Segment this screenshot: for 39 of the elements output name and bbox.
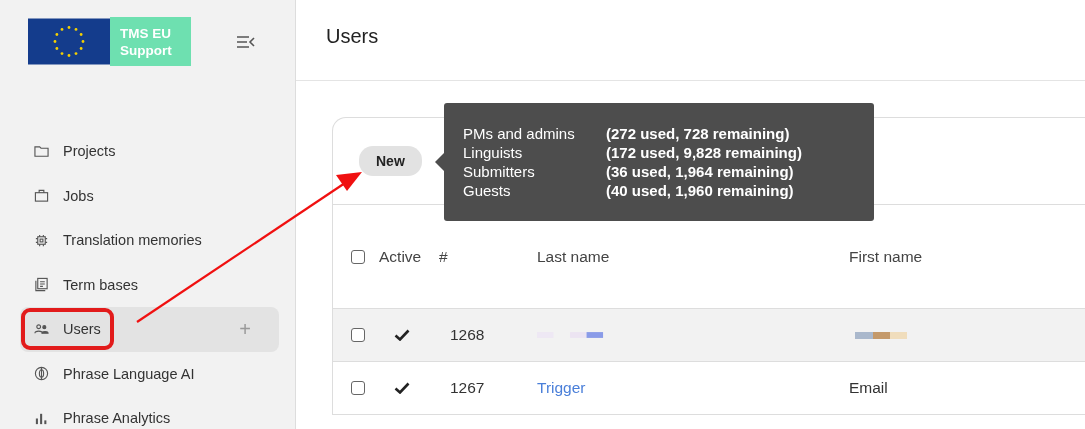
tooltip-text: PMs and admins <box>463 124 576 143</box>
new-button[interactable]: New <box>359 146 422 176</box>
tooltip-text: (272 used, 728 remaining) <box>606 124 790 143</box>
eu-flag-icon <box>28 17 110 66</box>
folder-icon <box>34 143 49 159</box>
chip-icon <box>34 232 49 248</box>
users-icon <box>34 321 49 337</box>
tooltip-text: Guests <box>463 181 512 200</box>
tooltip-text: (36 used, 1,964 remaining) <box>606 162 794 181</box>
logo-text: TMS EU <box>120 24 172 42</box>
column-header[interactable]: Active <box>379 247 439 266</box>
tooltip-text: Linguists <box>463 143 524 162</box>
redacted-text-icon <box>855 331 907 339</box>
sidebar-item[interactable]: Users + <box>20 307 279 352</box>
table-cell-text: 1267 <box>450 379 486 397</box>
table-cell-text: Email <box>849 379 889 397</box>
sidebar-item[interactable]: Phrase Language AI <box>20 351 279 396</box>
circle-icon <box>34 366 49 382</box>
checkbox[interactable] <box>351 249 365 264</box>
user-link[interactable]: Trigger <box>537 379 586 397</box>
briefcase-icon <box>34 188 49 204</box>
sidebar-item[interactable]: Translation memories <box>20 218 279 263</box>
sidebar-item[interactable]: Term bases <box>20 262 279 307</box>
tooltip-text: Submitters <box>463 162 536 181</box>
column-header[interactable]: # <box>439 247 537 266</box>
page-title: Users <box>326 24 379 48</box>
logo-text: Support <box>120 41 173 59</box>
collapse-menu-icon[interactable] <box>236 34 256 49</box>
sidebar-item[interactable]: Phrase Analytics <box>20 396 279 429</box>
sidebar-item[interactable]: Jobs <box>20 173 279 218</box>
tooltip-text: (40 used, 1,960 remaining) <box>606 181 794 200</box>
tooltip-text: (172 used, 9,828 remaining) <box>606 143 802 162</box>
table-cell-text: 1268 <box>450 326 486 344</box>
document-icon <box>34 277 49 293</box>
column-header[interactable]: Last name <box>537 247 849 266</box>
column-header[interactable]: First name <box>849 247 1085 266</box>
checkbox[interactable] <box>351 381 365 395</box>
checkbox[interactable] <box>351 328 365 342</box>
sidebar-item[interactable]: Projects <box>20 129 279 174</box>
